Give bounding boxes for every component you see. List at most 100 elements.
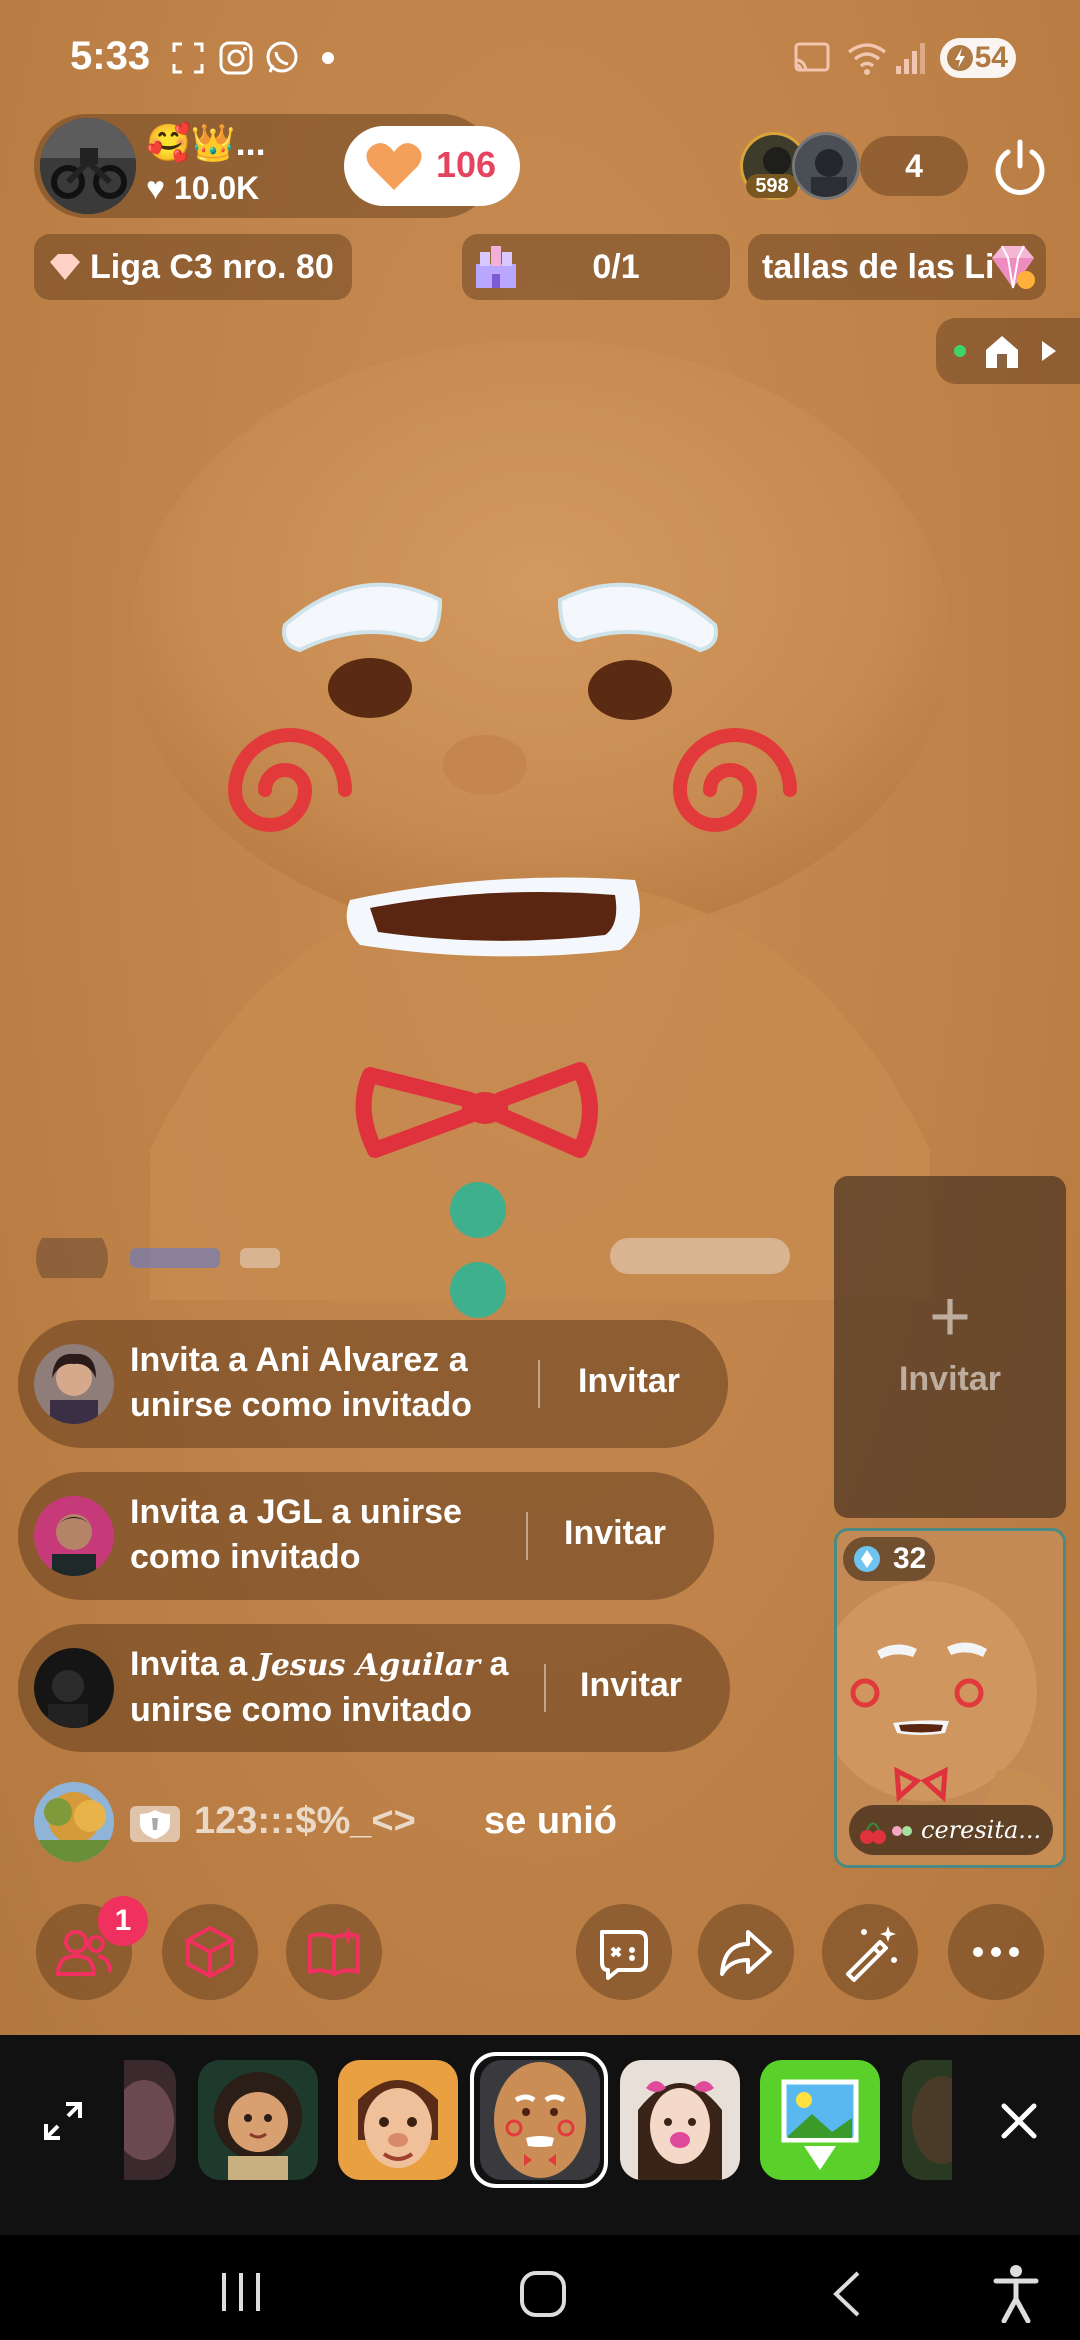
invite-message: Invita a Ani Alvarez a unirse como invit… xyxy=(130,1338,472,1428)
league-label: Liga C3 nro. 80 xyxy=(90,248,334,286)
invite-message: Invita a JGL a unirse como invitado xyxy=(130,1490,462,1580)
castle-icon xyxy=(476,246,516,288)
invite-avatar[interactable] xyxy=(34,1496,114,1576)
motorcycle-photo xyxy=(40,118,136,214)
effect-thumbnail[interactable] xyxy=(338,2060,458,2180)
collapse-icon[interactable] xyxy=(40,2098,86,2144)
side-panel-tab[interactable] xyxy=(936,318,1080,384)
instagram-icon xyxy=(219,41,253,75)
viewer-rank-badge: 598 xyxy=(746,174,798,198)
invite-avatar[interactable] xyxy=(34,1648,114,1728)
host-avatar[interactable] xyxy=(40,118,136,214)
cube-icon xyxy=(186,1926,234,1978)
joined-action: se unió xyxy=(484,1800,618,1842)
invite-username: Jesus Aguilar xyxy=(256,1648,481,1683)
viewer-list[interactable]: 598 4 xyxy=(740,132,970,200)
effect-preview xyxy=(902,2060,952,2180)
back-icon[interactable] xyxy=(826,2269,866,2319)
follow-button[interactable]: 106 xyxy=(344,126,520,206)
shield-icon xyxy=(140,1810,170,1839)
invite-message: Invita a Jesus Aguilar a unirse como inv… xyxy=(130,1642,508,1733)
more-button[interactable] xyxy=(948,1904,1044,2000)
accessibility-icon[interactable] xyxy=(990,2263,1042,2323)
invite-line-2: como invitado xyxy=(130,1538,361,1576)
invite-suffix: a xyxy=(489,1645,509,1683)
battle-pill[interactable]: tallas de las Li xyxy=(748,234,1046,300)
viewer-total[interactable]: 4 xyxy=(860,136,968,196)
invite-button[interactable]: Invitar xyxy=(580,1666,682,1705)
heart-icon xyxy=(366,143,422,190)
progress-label: 0/1 xyxy=(592,248,640,286)
invite-line-1: Invita a Ani Alvarez a xyxy=(130,1341,468,1379)
cast-icon xyxy=(794,42,830,72)
divider xyxy=(538,1360,540,1408)
effect-preview xyxy=(124,2060,176,2180)
system-nav-bar xyxy=(0,2235,1080,2340)
effect-thumbnail[interactable] xyxy=(124,2060,176,2180)
invite-line-2: unirse como invitado xyxy=(130,1386,472,1424)
guest-preview[interactable]: 32 ceresita... xyxy=(834,1528,1066,1868)
power-icon[interactable] xyxy=(988,136,1052,200)
notification-badge: 1 xyxy=(98,1896,148,1946)
joined-username: 123:::$%_<> xyxy=(194,1800,416,1842)
host-name: 🥰👑... xyxy=(146,122,266,163)
effect-preview xyxy=(198,2060,318,2180)
live-dot-icon xyxy=(954,345,966,357)
viewer-avatar[interactable] xyxy=(792,132,860,200)
effect-thumbnail[interactable] xyxy=(760,2060,880,2180)
host-likes: ♥ 10.0K xyxy=(146,170,260,206)
effect-thumbnail[interactable] xyxy=(620,2060,740,2180)
cherry-emoji-icon xyxy=(860,1822,912,1844)
magic-wand-icon xyxy=(846,1926,897,1982)
faded-comment xyxy=(30,1222,800,1294)
invite-line-2: unirse como invitado xyxy=(130,1691,472,1729)
charging-icon xyxy=(947,45,973,71)
gem-icon xyxy=(50,254,80,280)
gem-badge-icon xyxy=(854,1546,880,1572)
invite-card: Invita a Jesus Aguilar a unirse como inv… xyxy=(18,1624,730,1752)
magic-book-button[interactable] xyxy=(286,1904,382,2000)
chevron-right-icon xyxy=(1042,341,1056,361)
diamond-icon xyxy=(992,245,1035,289)
whatsapp-icon xyxy=(266,41,298,73)
beauty-button[interactable] xyxy=(822,1904,918,2000)
close-icon[interactable] xyxy=(1000,2102,1038,2140)
invite-card: Invita a Ani Alvarez a unirse como invit… xyxy=(18,1320,728,1448)
user-level-badge xyxy=(130,1806,180,1842)
status-bar: 5:33 54 xyxy=(0,0,1080,118)
joined-avatar-image xyxy=(34,1782,114,1862)
plus-icon: + xyxy=(928,1277,972,1357)
guest-invite-slot[interactable]: + Invitar xyxy=(834,1176,1066,1518)
joined-message: 123:::$%_<> se unió xyxy=(34,1782,734,1862)
invite-avatar[interactable] xyxy=(34,1344,114,1424)
games-button[interactable] xyxy=(576,1904,672,2000)
book-sparkle-icon xyxy=(308,1926,360,1976)
game-controller-icon xyxy=(600,1930,648,1980)
effect-thumbnail[interactable] xyxy=(902,2060,952,2180)
wifi-icon xyxy=(847,43,887,75)
invite-avatar-image xyxy=(34,1648,114,1728)
gallery-download-icon xyxy=(760,2060,880,2180)
home-nav-icon[interactable] xyxy=(518,2269,568,2319)
share-arrow-icon xyxy=(720,1930,772,1976)
progress-pill[interactable]: 0/1 xyxy=(462,234,730,300)
effect-preview xyxy=(620,2060,740,2180)
guest-invite-label: Invitar xyxy=(898,1360,1002,1398)
joined-user-avatar[interactable] xyxy=(34,1782,114,1862)
divider xyxy=(526,1512,528,1560)
faded-comment-shape xyxy=(36,1222,790,1294)
share-button[interactable] xyxy=(698,1904,794,2000)
league-pill[interactable]: Liga C3 nro. 80 xyxy=(34,234,352,300)
recent-apps-icon[interactable] xyxy=(216,2271,266,2313)
invite-prefix: Invita a xyxy=(130,1645,248,1683)
effects-button[interactable] xyxy=(162,1904,258,2000)
host-card[interactable]: 🥰👑... ♥ 10.0K 106 xyxy=(34,114,520,218)
guest-score-value: 32 xyxy=(893,1542,927,1575)
effect-thumbnail[interactable] xyxy=(198,2060,318,2180)
screenshot-icon xyxy=(172,42,204,74)
guest-name: ceresita... xyxy=(921,1816,1042,1844)
invite-button[interactable]: Invitar xyxy=(578,1362,680,1401)
invite-button[interactable]: Invitar xyxy=(564,1514,666,1553)
home-icon xyxy=(986,336,1018,368)
divider xyxy=(544,1664,546,1712)
